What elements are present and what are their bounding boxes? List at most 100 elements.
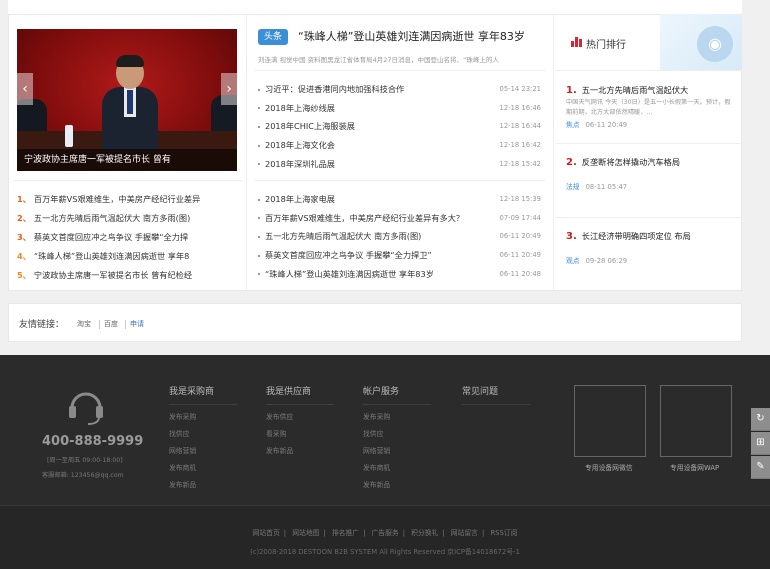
copyright: (c)2008-2018 DESTOON B2B SYSTEM All Righ… [250,548,520,556]
news-date: 12-18 16:46 [499,103,542,112]
list-item[interactable]: 百万年薪VS艰难维生，中美房产经纪行业差异有多大？ 07-09 17:44 [258,209,546,228]
image-slider[interactable]: 宁波政协主席唐一军被提名市长 曾有 [17,29,237,171]
news-link[interactable]: 五一北方先晴后雨气温起伏大 南方多雨(图) [34,213,190,223]
hot-item-title[interactable]: 长江经济带明确四项定位 布局 [582,231,691,241]
footer-link[interactable]: 发布采购 [169,409,237,426]
rank-number: 2. [566,157,577,168]
hot-item[interactable]: 3. 长江经济带明确四项定位 布局 观点 09-28 06:29 [566,230,736,265]
footer-link[interactable]: 发布采购 [363,409,431,426]
hot-item[interactable]: 2. 反垄断将怎样撬动汽车格局 法规 08-11 05:47 [566,156,736,191]
list-item[interactable]: “珠峰人梯”登山英雄刘连满因病逝世 享年83岁 06-11 20:48 [258,265,546,284]
footer-bottom-link[interactable]: 网站留言 [451,529,478,537]
news-link[interactable]: “珠峰人梯”登山英雄刘连满因病逝世 享年8 [34,251,189,261]
hot-item-tag[interactable]: 法规 [566,183,580,191]
friend-link[interactable]: 申请 [130,319,144,329]
list-item[interactable]: 1、 百万年薪VS艰难维生，中美房产经纪行业差异 [17,190,239,209]
news-date: 12-18 16:42 [499,141,542,150]
list-item[interactable]: 2、 五一北方先晴后雨气温起伏大 南方多雨(图) [17,209,239,228]
hot-item-title[interactable]: 反垄断将怎样撬动汽车格局 [582,157,680,167]
bar-chart-icon [571,37,583,47]
footer-link[interactable]: 发布新品 [266,443,334,460]
news-date: 12-18 15:42 [499,159,542,168]
footer-link[interactable]: 发布供应 [266,409,334,426]
slider-next-button[interactable]: › [221,73,237,105]
list-item[interactable]: 4、 “珠峰人梯”登山英雄刘连满因病逝世 享年8 [17,247,239,266]
headline-title[interactable]: “珠峰人梯”登山英雄刘连满因病逝世 享年83岁 [298,28,525,44]
footer-link[interactable]: 发布新品 [169,477,237,494]
news-link[interactable]: 百万年薪VS艰难维生，中美房产经纪行业差异有多大？ [265,213,464,223]
footer-bottom-link[interactable]: 广告服务 [372,529,399,537]
footer-link[interactable]: 发布商机 [363,460,431,477]
divider [255,70,545,71]
footer-column: 我是供应商 发布供应 看采购 发布新品 [266,384,334,460]
slider-prev-button[interactable]: ‹ [17,73,33,105]
list-item[interactable]: 习近平：促进香港同内地加强科技合作 05-14 23:21 [258,80,546,99]
news-link[interactable]: 2018年上海文化会 [265,140,335,150]
rank-number: 5、 [17,270,31,280]
news-link[interactable]: 五一北方先晴后雨气温起伏大 南方多雨(图) [265,231,421,241]
news-link[interactable]: 蔡英文首度回应冲之鸟争议 手握攀“全力捍卫” [265,250,432,260]
list-item[interactable]: 2018年上海文化会 12-18 16:42 [258,136,546,155]
list-item[interactable]: 2018年CHIC上海服装展 12-18 16:44 [258,117,546,136]
friend-link[interactable]: 淘宝 [77,319,91,329]
headset-icon [69,392,103,425]
news-link[interactable]: 2018年深圳礼品展 [265,159,335,169]
slide-bottle [65,125,73,147]
separator [125,320,126,329]
divider [255,180,545,181]
footer-link[interactable]: 发布商机 [169,460,237,477]
hot-item[interactable]: 1. 五一北方先晴后雨气温起伏大 中国天气网讯 今天（30日）是五一小长假第一天。… [566,84,736,129]
list-item[interactable]: 5、 宁波政协主席唐一军被提名市长 曾有纪检经 [17,266,239,285]
headline-badge: 头条 [258,29,288,45]
service-hours: [周一至周五 09:00-18:00] [47,457,123,464]
hot-item-date: 06-11 20:49 [585,121,628,129]
news-link[interactable]: 2018年上海纱线展 [265,103,335,113]
news-link[interactable]: 2018年上海家电展 [265,194,335,204]
friend-link[interactable]: 百度 [104,319,118,329]
list-item[interactable]: 2018年上海纱线展 12-18 16:46 [258,99,546,118]
news-link[interactable]: 宁波政协主席唐一军被提名市长 曾有纪检经 [34,270,192,280]
news-link[interactable]: “珠峰人梯”登山英雄刘连满因病逝世 享年83岁 [265,269,434,279]
footer-link[interactable]: 网络营销 [169,443,237,460]
news-link[interactable]: 习近平：促进香港同内地加强科技合作 [265,84,404,94]
news-link[interactable]: 蔡英文首度回应冲之鸟争议 手握攀“全力捍 [34,232,188,242]
footer-column-title: 我是采购商 [169,384,237,405]
list-item[interactable]: 3、 蔡英文首度回应冲之鸟争议 手握攀“全力捍 [17,228,239,247]
hot-ranking-title: 热门排行 [586,40,626,51]
footer-column-title: 我是供应商 [266,384,334,405]
hot-item-tag[interactable]: 焦点 [566,121,580,129]
footer-link[interactable]: 看采购 [266,426,334,443]
news-link[interactable]: 2018年CHIC上海服装展 [265,121,355,131]
footer-link[interactable]: 网络营销 [363,443,431,460]
footer-bottom-link[interactable]: RSS订阅 [490,529,517,537]
list-item[interactable]: 五一北方先晴后雨气温起伏大 南方多雨(图) 06-11 20:49 [258,227,546,246]
list-item[interactable]: 2018年上海家电展 12-18 15:39 [258,190,546,209]
hot-item-date: 09-28 06:29 [585,257,628,265]
qr-icon[interactable]: ⊞ [751,432,770,455]
refresh-icon[interactable]: ↻ [751,408,770,431]
service-email[interactable]: 客服邮箱: 123456@qq.com [42,470,124,479]
footer-link[interactable]: 找供应 [363,426,431,443]
list-item[interactable]: 蔡英文首度回应冲之鸟争议 手握攀“全力捍卫” 06-11 20:49 [258,246,546,265]
hot-item-title[interactable]: 五一北方先晴后雨气温起伏大 [582,85,688,95]
slide-caption[interactable]: 宁波政协主席唐一军被提名市长 曾有 [17,149,237,171]
footer-bottom-link[interactable]: 积分换礼 [411,529,438,537]
hot-item-tag[interactable]: 观点 [566,257,580,265]
news-link[interactable]: 百万年薪VS艰难维生，中美房产经纪行业差异 [34,194,200,204]
news-date: 12-18 16:44 [499,122,542,131]
footer-column: 帐户服务 发布采购 找供应 网络营销 发布商机 发布新品 [363,384,431,494]
footer-bottom-link[interactable]: 网站地图 [292,529,319,537]
rank-number: 3. [566,231,577,242]
footer-link[interactable]: 发布新品 [363,477,431,494]
hot-item-desc: 中国天气网讯 今天（30日）是五一小长假第一天。预计，假期前期，北方大部依然晴暖… [566,99,731,116]
friend-links-label: 友情链接： [19,320,65,330]
rank-number: 2、 [17,213,31,223]
news-date: 05-14 23:21 [499,85,542,93]
footer-bottom-link[interactable]: 网站首页 [253,529,280,537]
footer-bottom [0,505,770,569]
footer-link[interactable]: 找供应 [169,426,237,443]
list-item[interactable]: 2018年深圳礼品展 12-18 15:42 [258,155,546,174]
footer-bottom-link[interactable]: 排名推广 [332,529,359,537]
edit-icon[interactable]: ✎ [751,456,770,479]
footer-column: 我是采购商 发布采购 找供应 网络营销 发布商机 发布新品 [169,384,237,494]
